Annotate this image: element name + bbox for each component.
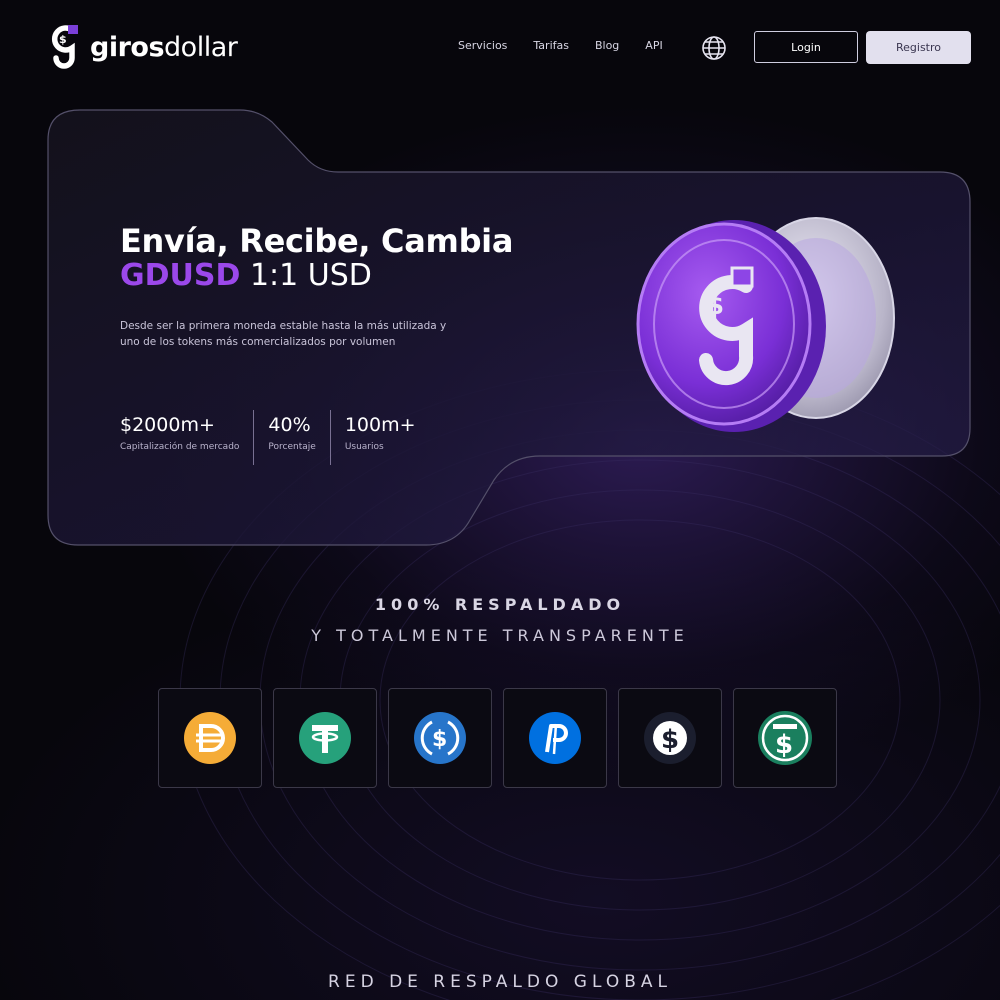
backed-subheading: Y TOTALMENTE TRANSPARENTE [311,626,689,645]
stat-label: Capitalización de mercado [120,442,240,452]
brand-name-light: dollar [164,31,238,63]
stat-market-cap: $2000m+ Capitalización de mercado [120,410,255,465]
token-card-dai[interactable] [158,688,262,788]
nav-link-blog[interactable]: Blog [595,39,619,52]
stat-value: $2000m+ [120,414,215,436]
register-button[interactable]: Registro [866,31,971,64]
paypal-usd-icon [529,712,581,764]
token-card-paypal-usd[interactable] [503,688,607,788]
svg-text:$: $ [775,730,793,760]
login-button[interactable]: Login [754,31,858,63]
gdusd-coin-illustration: $ [636,217,895,432]
token-card-usdc[interactable]: $ [388,688,492,788]
stat-label: Usuarios [344,442,384,452]
stable-dollar-green-icon: $ [758,711,812,765]
giros-g-logo-icon: $ [51,25,78,69]
nav-links: Servicios Tarifas Blog API [458,39,689,52]
hero-stats: $2000m+ Capitalización de mercado 40% Po… [120,410,444,465]
background-glow [0,0,1000,1000]
dollar-coin-dark-icon: $ [644,712,696,764]
token-list: $ $ $ [158,688,837,788]
top-navigation: $ girosdollar Servicios Tarifas Blog API… [0,0,1000,95]
hero-subtitle-rest: 1:1 USD [240,258,372,293]
globe-icon[interactable] [700,34,728,62]
hero-subtitle: GDUSD 1:1 USD [120,258,372,293]
token-card-dark-dollar[interactable]: $ [618,688,722,788]
nav-link-tarifas[interactable]: Tarifas [533,39,569,52]
svg-text:$: $ [661,725,679,755]
hero-title: Envía, Recibe, Cambia [120,222,514,260]
nav-link-api[interactable]: API [645,39,662,52]
svg-text:$: $ [432,727,447,752]
dai-icon [184,712,236,764]
token-card-green-dollar[interactable]: $ [733,688,837,788]
stat-users: 100m+ Usuarios [345,410,430,465]
brand-name: girosdollar [90,31,238,63]
stat-value: 100m+ [344,414,416,436]
stat-label: Porcentaje [268,442,316,452]
brand-name-bold: giros [90,31,165,63]
nav-link-servicios[interactable]: Servicios [458,39,507,52]
hero-description: Desde ser la primera moneda estable hast… [120,320,447,348]
tether-icon [299,712,351,764]
brand-logo[interactable]: $ girosdollar [48,22,238,72]
background-rings [179,369,1000,1000]
stat-percentage: 40% Porcentaje [268,410,331,465]
global-network-heading: RED DE RESPALDO GLOBAL [328,972,672,992]
stat-value: 40% [268,414,311,436]
svg-text:$: $ [59,33,67,46]
token-card-tether[interactable] [273,688,377,788]
hero-subtitle-accent: GDUSD [120,258,241,293]
svg-text:$: $ [706,291,724,321]
backed-heading: 100% RESPALDADO [374,595,626,614]
usdc-icon: $ [414,712,466,764]
